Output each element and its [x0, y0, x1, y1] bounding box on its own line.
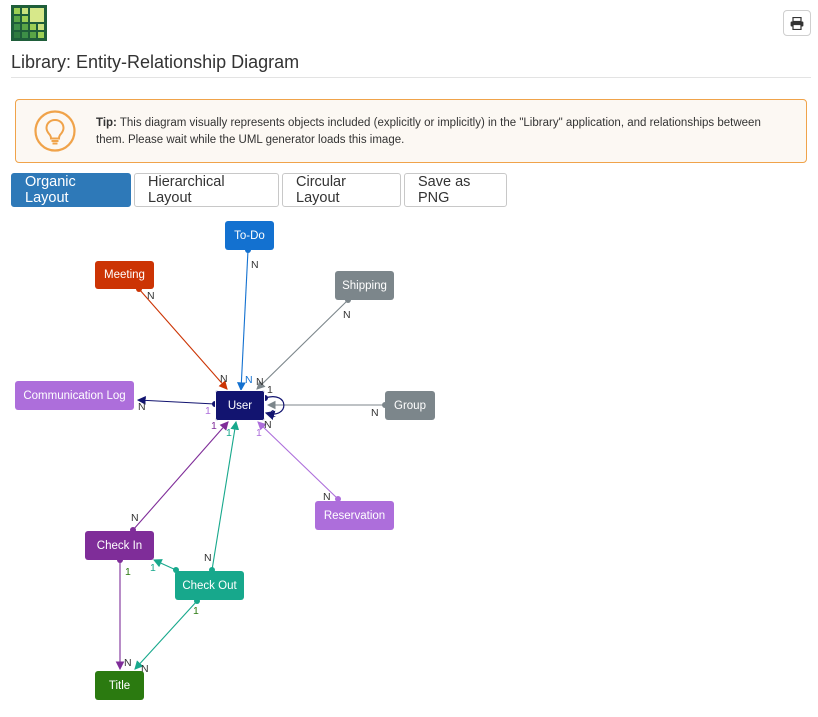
node-check-in[interactable]: Check In [85, 531, 154, 560]
node-title[interactable]: Title [95, 671, 144, 700]
card-user-n-todo: N [245, 374, 253, 386]
card-user-1-reservation: 1 [256, 427, 262, 439]
card-checkin-1-checkout: 1 [150, 562, 156, 574]
edge-checkout-user [211, 420, 240, 571]
node-shipping[interactable]: Shipping [335, 271, 394, 300]
card-user-1-commlog: 1 [205, 405, 211, 417]
edge-meeting-user [138, 288, 228, 390]
card-title-n-checkin: N [124, 657, 132, 669]
node-group[interactable]: Group [385, 391, 435, 420]
card-checkin-1-title: 1 [125, 566, 131, 578]
card-checkin-n: N [131, 512, 139, 524]
card-user-1-checkout: 1 [226, 427, 232, 439]
edge-reservation-user [257, 421, 339, 500]
node-reservation[interactable]: Reservation [315, 501, 394, 530]
node-meeting[interactable]: Meeting [95, 261, 154, 289]
card-shipping-n: N [343, 309, 351, 321]
edge-shipping-user [256, 299, 349, 390]
card-checkout-1-title: 1 [193, 605, 199, 617]
edge-todo-user [236, 249, 249, 392]
card-user-n-shipping: N [256, 376, 264, 388]
card-group-n: N [371, 407, 379, 419]
node-user[interactable]: User [215, 390, 265, 421]
edge-user-commlog [136, 396, 216, 405]
card-user-n-self: N [264, 419, 272, 431]
card-commlog-n: N [138, 401, 146, 413]
er-diagram: N N N N N N 1 N 1 1 N 1 N 1 1 N N N 1 1 … [115, 247, 388, 675]
node-check-out[interactable]: Check Out [175, 571, 244, 600]
card-meeting-n: N [147, 290, 155, 302]
edge-checkout-title [134, 600, 198, 670]
card-checkout-n: N [204, 552, 212, 564]
card-user-1-self: 1 [267, 384, 273, 396]
card-user-1-checkin: 1 [211, 420, 217, 432]
node-todo[interactable]: To-Do [225, 221, 274, 250]
card-todo-n: N [251, 259, 259, 271]
edge-checkin-user [132, 421, 229, 531]
card-user-n-meeting: N [220, 373, 228, 385]
edge-checkout-checkin [152, 559, 177, 571]
node-communication-log[interactable]: Communication Log [15, 381, 134, 410]
